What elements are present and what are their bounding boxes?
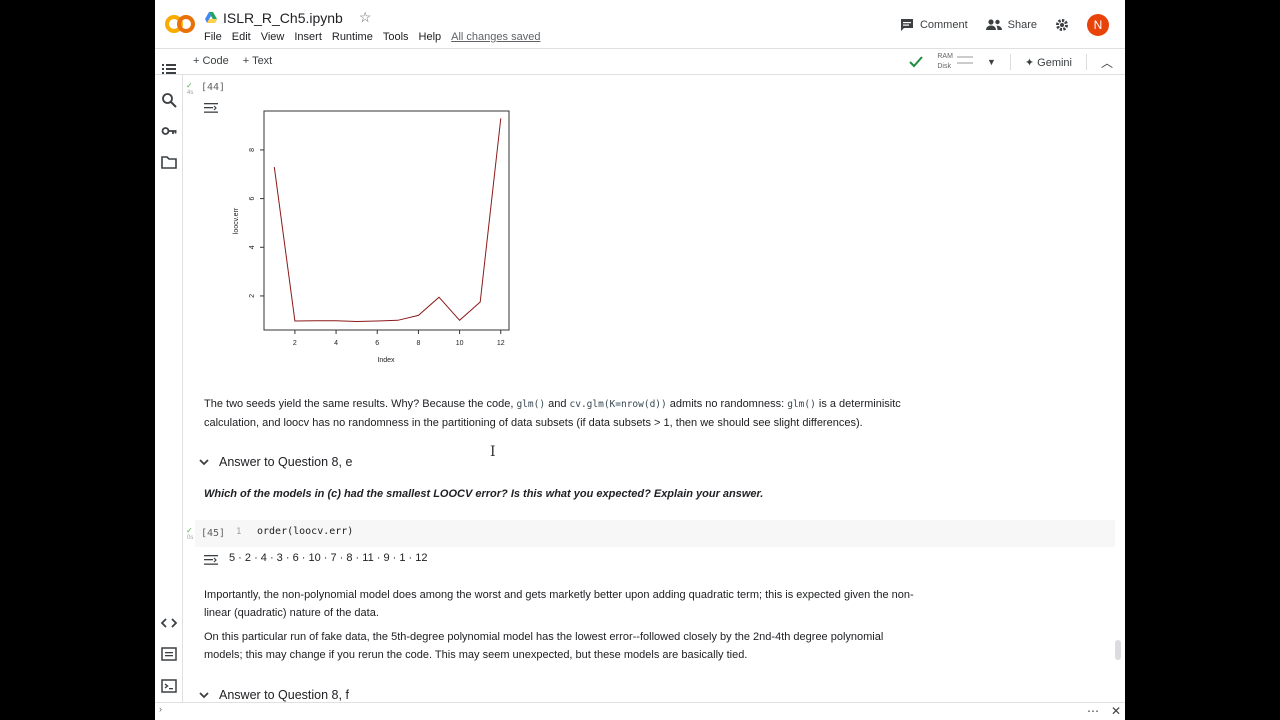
menu-edit[interactable]: Edit [232,31,251,43]
inline-code: glm() [787,399,816,410]
output-actions-icon[interactable] [204,102,218,114]
add-code-button[interactable]: + Code [193,55,229,67]
avatar[interactable]: N [1087,14,1109,36]
y-tick-label: 2 [249,294,256,298]
x-tick-label: 8 [416,340,420,347]
x-tick-label: 6 [375,340,379,347]
notebook-content: ✓ 4s [44] 2 4 6 8 10 12 2468 Index loocv.err … [183,75,1125,702]
search-icon[interactable] [161,92,177,108]
text-cursor-icon: I [490,444,496,460]
star-icon[interactable]: ☆ [359,9,372,26]
runtime-dropdown-icon[interactable]: ▼ [987,57,996,67]
menu-view[interactable]: View [261,31,285,43]
menu-bar: File Edit View Insert Runtime Tools Help… [204,31,540,43]
notebook-title[interactable]: ISLR_R_Ch5.ipynb [223,10,343,26]
connected-check-icon[interactable] [909,56,924,68]
header: ISLR_R_Ch5.ipynb ☆ File Edit View Insert… [155,0,1125,48]
menu-tools[interactable]: Tools [383,31,409,43]
colab-window: ISLR_R_Ch5.ipynb ☆ File Edit View Insert… [155,0,1125,720]
menu-help[interactable]: Help [419,31,442,43]
people-icon [985,19,1002,30]
inline-code: glm() [516,399,546,410]
markdown-paragraph-seeds: The two seeds yield the same results. Wh… [204,395,924,432]
markdown-paragraph-5th-degree: On this particular run of fake data, the… [204,631,884,661]
toolbar-divider [1085,54,1087,70]
expand-arrow-icon[interactable]: › [159,704,162,714]
key-icon[interactable] [161,123,177,139]
code-cell-45[interactable]: [45] 1 order(loocv.err) [195,520,1115,547]
inline-code: cv.glm(K=nrow(d)) [569,399,667,410]
cell45-duration: 0s [187,535,194,541]
command-palette-icon[interactable] [161,646,177,662]
disk-label: Disk [937,63,951,70]
cell44-execution-count[interactable]: [44] [201,82,225,93]
comment-button[interactable]: Comment [900,18,968,32]
section-title: Answer to Question 8, f [219,688,349,702]
terminal-icon[interactable] [161,678,177,694]
section-header-8e[interactable]: Answer to Question 8, e [199,455,352,469]
y-axis-label: loocv.err [233,207,240,234]
ram-label: RAM [937,53,953,60]
y-tick-label: 8 [249,148,256,152]
x-tick-label: 12 [497,340,505,347]
x-tick-label: 2 [293,340,297,347]
more-options-icon[interactable]: ⋯ [1087,704,1099,718]
markdown-paragraph-nonpoly: Importantly, the non-polynomial model do… [204,589,914,619]
menu-file[interactable]: File [204,31,222,43]
toolbar-divider [1009,54,1011,70]
cell45-output: 5 · 2 · 4 · 3 · 6 · 10 · 7 · 8 · 11 · 9 … [229,552,428,564]
share-label: Share [1007,19,1037,31]
x-axis-label: Index [377,357,395,364]
save-status-link[interactable]: All changes saved [451,31,540,43]
gear-icon[interactable] [1055,18,1069,32]
chevron-down-icon[interactable] [199,691,209,699]
colab-logo-icon[interactable] [165,12,195,36]
text-run: and [545,398,570,410]
y-tick-label: 4 [249,245,256,249]
cell45-execution-count[interactable]: [45] [201,528,225,539]
resource-monitor[interactable]: RAM Disk [937,52,973,72]
left-sidebar [155,64,183,702]
chevron-down-icon[interactable] [199,458,209,466]
status-bar: › ⋯ ✕ [155,702,1125,720]
text-run: admits no randomness: [666,398,788,410]
menu-runtime[interactable]: Runtime [332,31,373,43]
code-source[interactable]: order(loocv.err) [257,526,353,537]
run-success-icon: ✓ [186,81,193,90]
table-of-contents-icon[interactable] [161,61,177,77]
question-8e: Which of the models in (c) had the small… [204,488,764,500]
plot-frame [263,110,510,331]
section-header-8f[interactable]: Answer to Question 8, f [199,688,349,702]
scrollbar-thumb[interactable] [1115,640,1121,660]
y-tick-label: 6 [249,197,256,201]
run-success-icon: ✓ [186,526,193,535]
notebook-toolbar: + Code + Text RAM Disk ▼ ✦ Gemini ︿ [155,48,1125,75]
x-tick-label: 4 [334,340,338,347]
comment-label: Comment [919,19,968,31]
menu-insert[interactable]: Insert [294,31,322,43]
section-title: Answer to Question 8, e [219,455,353,469]
x-tick-label: 10 [456,340,464,347]
loocv-error-plot: 2 4 6 8 10 12 2 4 6 8 Index loocv.err [233,110,510,364]
code-snippets-icon[interactable] [161,615,177,631]
share-button[interactable]: Share [985,19,1037,31]
line-number: 1 [236,527,242,537]
drive-icon[interactable] [205,12,217,23]
text-run: The two seeds yield the same results. Wh… [204,398,517,410]
chevron-up-icon[interactable]: ︿ [1101,54,1113,71]
comment-icon [900,19,913,31]
gemini-icon: ✦ [1024,56,1035,69]
close-icon[interactable]: ✕ [1111,704,1121,718]
output-actions-icon[interactable] [204,554,218,566]
series-line [273,118,502,323]
gemini-button[interactable]: ✦ Gemini [1025,56,1072,69]
folder-icon[interactable] [161,154,177,170]
add-text-button[interactable]: + Text [243,55,272,67]
cell44-duration: 4s [187,90,194,96]
gemini-label: Gemini [1037,56,1072,69]
